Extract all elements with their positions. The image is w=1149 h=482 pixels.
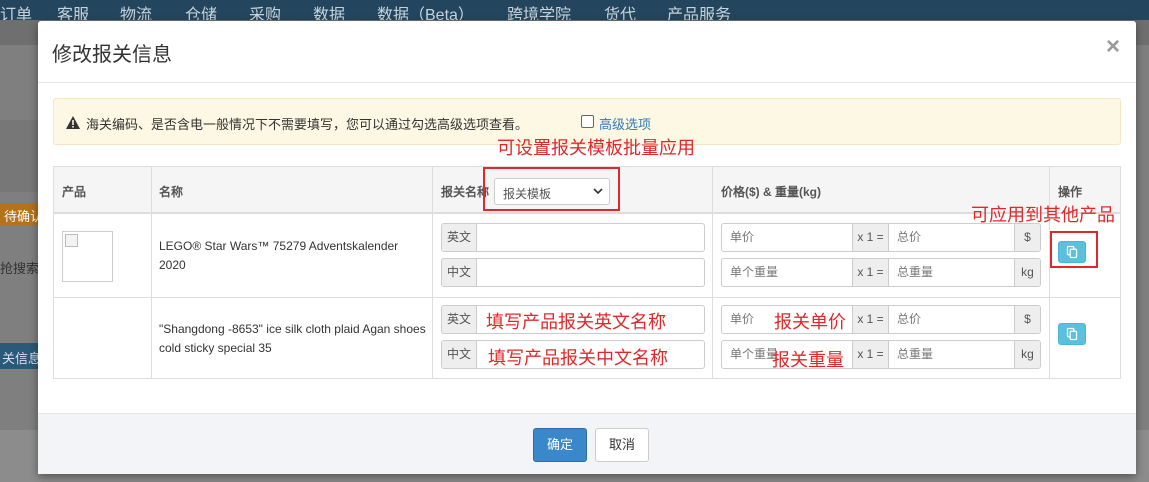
nav-item-purchase[interactable]: 采购: [249, 6, 281, 20]
unit-weight-input[interactable]: 单个重量: [722, 259, 852, 286]
copy-icon: [1066, 327, 1078, 341]
weight-input-group: 单个重量 x 1 = 总重量 kg: [721, 258, 1041, 287]
weight-annotation: 报关重量: [772, 350, 844, 370]
nav-item-academy[interactable]: 跨境学院: [507, 6, 571, 20]
total-weight-input[interactable]: 总重量: [889, 259, 1014, 286]
bg-search-text: 抢搜索: [0, 261, 40, 276]
cn-label: 中文: [442, 259, 477, 286]
cn-label: 中文: [442, 341, 477, 368]
cn-name-input[interactable]: 中文: [441, 258, 705, 287]
total-weight-input[interactable]: 总重量: [889, 341, 1014, 368]
weight-unit-label: kg: [1014, 341, 1040, 368]
advanced-options-link[interactable]: 高级选项: [599, 114, 651, 133]
en-name-value[interactable]: [478, 306, 486, 333]
row-divider: [54, 297, 1120, 298]
cancel-button[interactable]: 取消: [595, 428, 649, 462]
col-divider: [1049, 167, 1050, 378]
modal-title: 修改报关信息: [52, 44, 172, 66]
en-label: 英文: [442, 224, 477, 251]
header-name: 名称: [159, 185, 184, 199]
alert-text: 海关编码、是否含电一般情况下不需要填写，您可以通过勾选高级选项查看。: [86, 117, 529, 132]
nav-item-warehouse[interactable]: 仓储: [185, 6, 217, 20]
col-divider: [151, 167, 152, 378]
top-nav: 订单 客服 物流 仓储 采购 数据 数据（Beta） 跨境学院 货代 产品服务: [0, 0, 1149, 20]
broken-image-icon: [65, 234, 78, 247]
nav-item-data[interactable]: 数据: [313, 6, 345, 20]
price-input-group: 单价 x 1 = 总价 $: [721, 305, 1041, 334]
nav-item-logistics[interactable]: 物流: [120, 6, 152, 20]
apply-highlight-box: [1050, 231, 1098, 268]
copy-apply-button[interactable]: [1058, 323, 1086, 345]
unit-price-input[interactable]: 单价: [722, 224, 852, 251]
nav-item-data-beta[interactable]: 数据（Beta）: [377, 6, 474, 20]
bg-pending-tab: 待确认: [0, 203, 38, 225]
cn-name-value[interactable]: [478, 341, 486, 368]
bg-panel: [0, 120, 38, 192]
weight-unit-label: kg: [1014, 259, 1040, 286]
header-customs-name: 报关名称: [441, 185, 490, 199]
confirm-button[interactable]: 确定: [533, 428, 587, 462]
multiplier-label: x 1 =: [852, 259, 889, 286]
warning-icon: [66, 116, 80, 129]
multiplier-label: x 1 =: [852, 306, 889, 333]
template-annotation: 可设置报关模板批量应用: [497, 138, 695, 158]
total-price-input[interactable]: 总价: [889, 306, 1014, 333]
product-image: [62, 231, 113, 282]
header-product: 产品: [62, 185, 87, 199]
multiplier-label: x 1 =: [852, 224, 889, 251]
en-name-input[interactable]: 英文: [441, 223, 705, 252]
currency-label: $: [1014, 224, 1040, 251]
template-highlight-box: [483, 167, 620, 211]
modal-footer: 确定 取消: [38, 413, 1136, 474]
advanced-options-checkbox[interactable]: [581, 115, 594, 128]
product-name: "Shangdong -8653" ice silk cloth plaid A…: [159, 322, 426, 355]
close-icon[interactable]: ×: [1106, 35, 1120, 59]
col-divider: [432, 167, 433, 378]
nav-item-orders[interactable]: 订单: [0, 6, 32, 20]
apply-annotation: 可应用到其他产品: [971, 205, 1115, 225]
header-price-weight: 价格($) & 重量(kg): [721, 185, 821, 199]
nav-item-service[interactable]: 客服: [57, 6, 89, 20]
weight-input-group: 单个重量 x 1 = 总重量 kg: [721, 340, 1041, 369]
modal-header: 修改报关信息 ×: [38, 21, 1136, 83]
en-name-value[interactable]: [478, 224, 486, 251]
bg-info-tab: 关信息: [0, 343, 38, 369]
unit-price-annotation: 报关单价: [774, 312, 846, 332]
edit-customs-modal: 修改报关信息 × 海关编码、是否含电一般情况下不需要填写，您可以通过勾选高级选项…: [38, 21, 1136, 474]
en-name-annotation: 填写产品报关英文名称: [486, 312, 666, 332]
cn-name-value[interactable]: [478, 259, 486, 286]
col-divider: [712, 167, 713, 378]
multiplier-label: x 1 =: [852, 341, 889, 368]
nav-item-product-service[interactable]: 产品服务: [667, 6, 731, 20]
nav-item-forwarder[interactable]: 货代: [604, 6, 636, 20]
cn-name-annotation: 填写产品报关中文名称: [488, 348, 668, 368]
price-input-group: 单价 x 1 = 总价 $: [721, 223, 1041, 252]
currency-label: $: [1014, 306, 1040, 333]
product-name: LEGO® Star Wars™ 75279 Adventskalender 2…: [159, 239, 399, 272]
en-label: 英文: [442, 306, 477, 333]
total-price-input[interactable]: 总价: [889, 224, 1014, 251]
header-action: 操作: [1058, 185, 1083, 199]
